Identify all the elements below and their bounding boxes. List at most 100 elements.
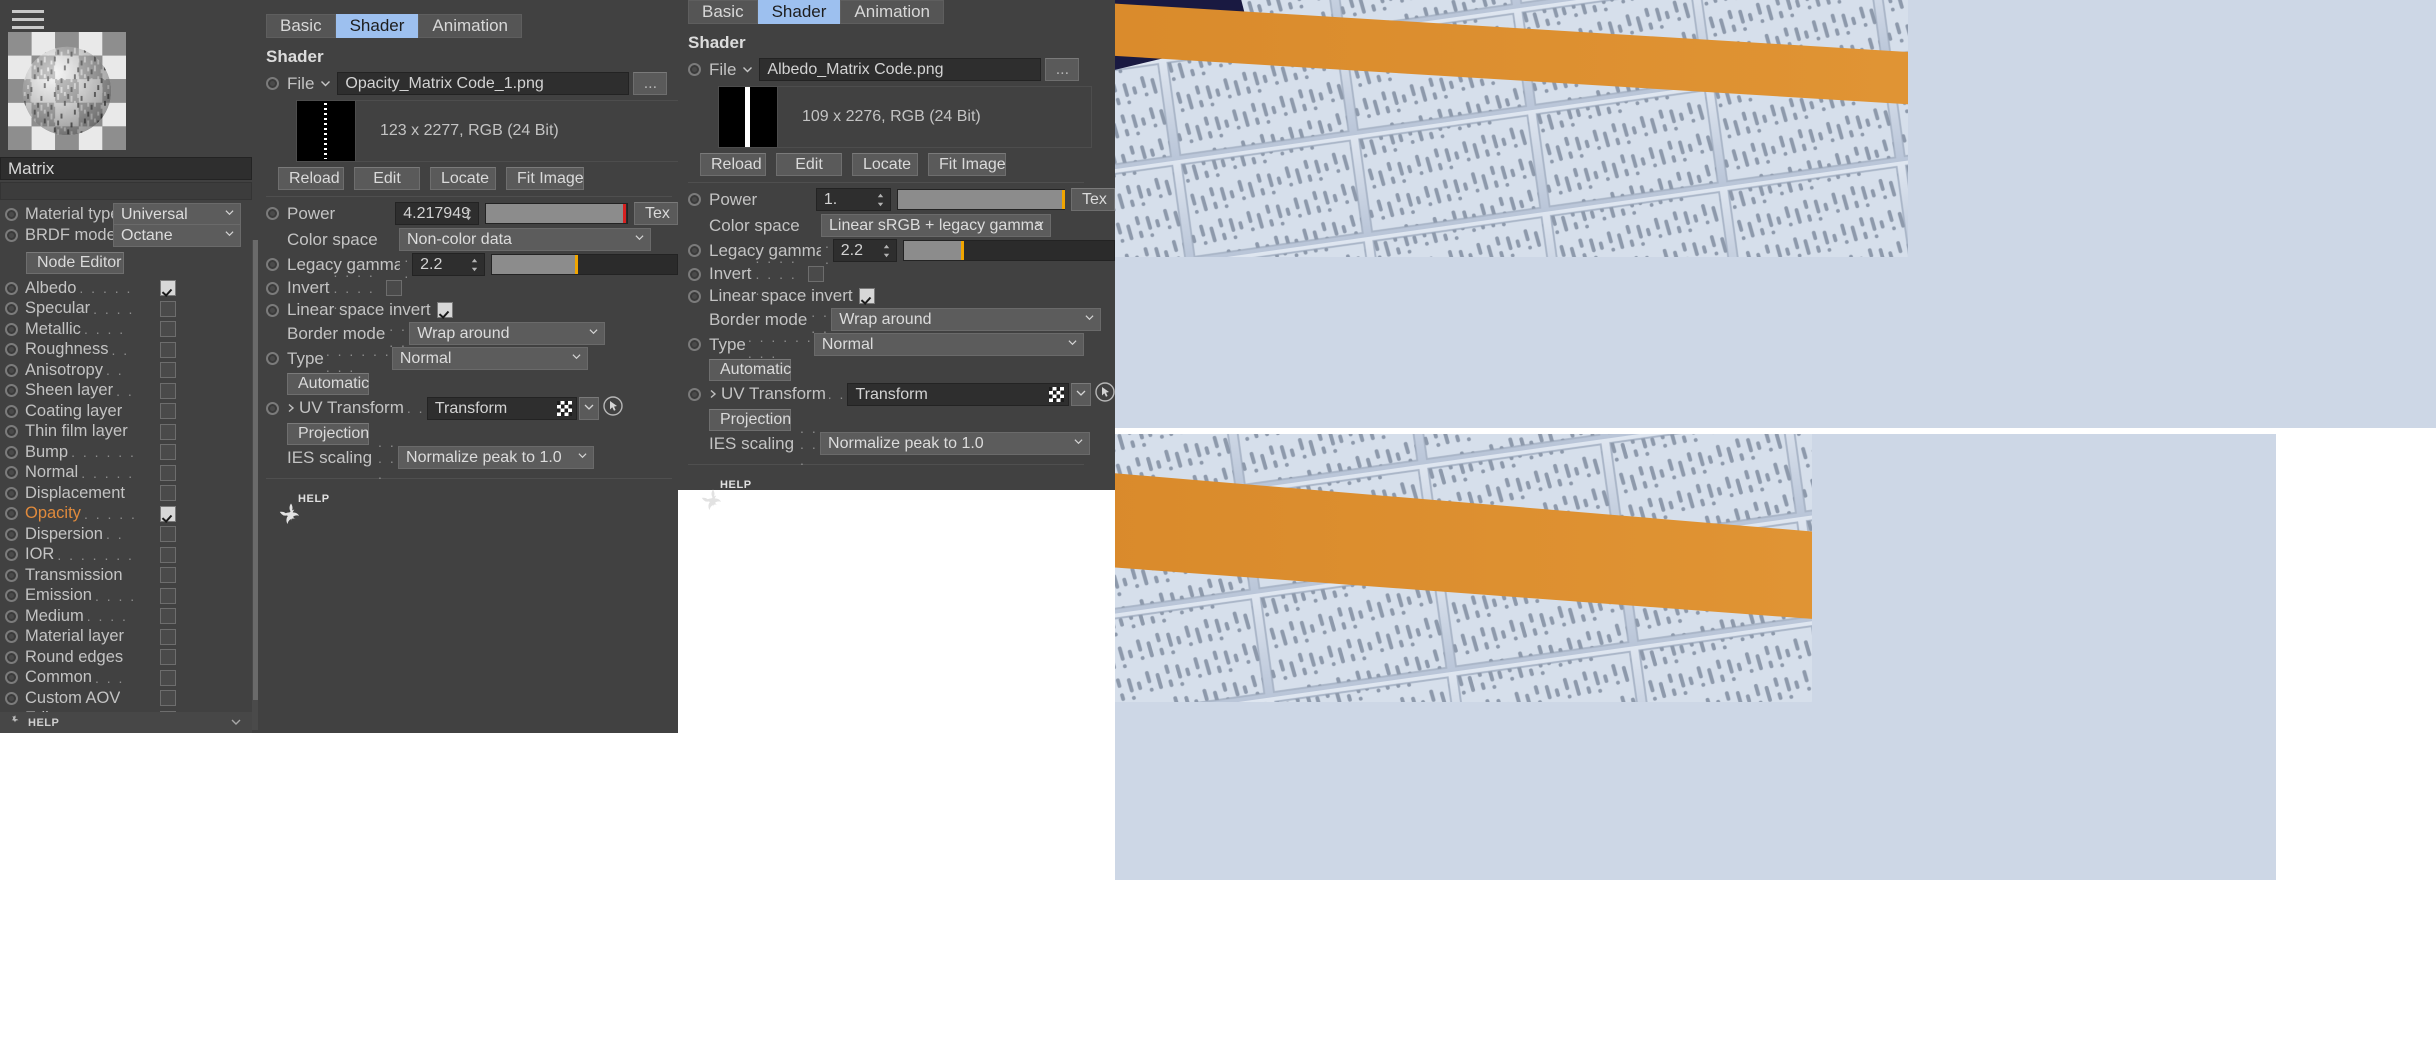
channel-row-specular[interactable]: Specular. . . . [0,299,252,320]
parameter-radio[interactable] [5,651,18,664]
texture-thumbnail[interactable] [297,101,355,161]
parameter-radio[interactable] [266,77,279,90]
parameter-radio[interactable] [5,671,18,684]
channel-checkbox[interactable] [160,465,176,481]
pick-cursor-icon[interactable] [603,396,623,421]
color-space-combo[interactable]: Non-color data [399,228,651,251]
parameter-radio[interactable] [266,402,279,415]
channel-row-ior[interactable]: IOR. . . . . . . [0,545,252,566]
power-tex-button[interactable]: Tex [634,202,678,225]
expand-arrow-icon[interactable] [708,384,718,404]
channel-row-anisotropy[interactable]: Anisotropy. . [0,360,252,381]
file-browse-button[interactable]: ... [1045,58,1079,81]
parameter-radio[interactable] [266,207,279,220]
channel-checkbox[interactable] [160,280,176,296]
uv-transform-dropdown[interactable] [579,397,599,420]
texture-thumbnail[interactable] [719,87,777,147]
parameter-radio[interactable] [5,405,18,418]
fit-image-button[interactable]: Fit Image [928,153,1006,176]
uv-transform-dropdown[interactable] [1071,383,1091,406]
parameter-radio[interactable] [5,692,18,705]
channel-row-displacement[interactable]: Displacement [0,483,252,504]
automatic-button[interactable]: Automatic [709,359,791,381]
material-name-input[interactable]: Matrix [0,157,252,180]
parameter-radio[interactable] [688,193,701,206]
locate-button[interactable]: Locate [430,167,496,190]
edit-button[interactable]: Edit [354,167,420,190]
legacy-gamma-slider[interactable] [903,240,1115,261]
parameter-radio[interactable] [5,487,18,500]
channel-checkbox[interactable] [160,444,176,460]
parameter-radio[interactable] [5,282,18,295]
power-input[interactable]: 1. [816,188,891,211]
tab-shader[interactable]: Shader [758,0,841,24]
parameter-radio[interactable] [266,282,279,295]
power-input[interactable]: 4.217949 [395,202,479,225]
ies-scaling-combo[interactable]: Normalize peak to 1.0 [398,446,594,469]
channel-row-normal[interactable]: Normal. . . . . [0,463,252,484]
checker-icon[interactable] [1049,387,1064,402]
channel-checkbox[interactable] [160,608,176,624]
parameter-radio[interactable] [5,384,18,397]
pick-cursor-icon[interactable] [1095,382,1115,407]
basic-row-combo[interactable]: Universal [113,203,241,226]
hamburger-icon[interactable] [12,10,44,30]
parameter-radio[interactable] [266,258,279,271]
border-mode-combo[interactable]: Wrap around [831,308,1101,331]
octane-help-block[interactable]: HELP [696,479,756,523]
channel-row-round-edges[interactable]: Round edges [0,647,252,668]
channel-checkbox[interactable] [160,547,176,563]
node-editor-button[interactable]: Node Editor [26,252,124,274]
material-secondary-input[interactable] [0,182,252,200]
material-preview-thumbnail[interactable] [8,32,126,150]
parameter-radio[interactable] [5,569,18,582]
invert-checkbox[interactable] [808,266,824,282]
projection-button[interactable]: Projection [709,409,791,431]
locate-button[interactable]: Locate [852,153,918,176]
parameter-radio[interactable] [5,364,18,377]
parameter-radio[interactable] [5,630,18,643]
parameter-radio[interactable] [688,338,701,351]
tab-basic[interactable]: Basic [266,14,336,38]
parameter-radio[interactable] [5,507,18,520]
chevron-down-icon[interactable] [320,74,331,94]
channel-checkbox[interactable] [160,383,176,399]
channel-checkbox[interactable] [160,526,176,542]
parameter-radio[interactable] [5,208,18,221]
parameter-radio[interactable] [5,466,18,479]
render-viewport-bottom[interactable] [1115,434,2276,880]
channel-checkbox[interactable] [160,362,176,378]
tab-animation[interactable]: Animation [418,14,522,38]
channel-checkbox[interactable] [160,649,176,665]
legacy-gamma-input[interactable]: 2.2 [833,239,897,262]
power-slider[interactable] [485,203,628,224]
parameter-radio[interactable] [688,388,701,401]
border-mode-combo[interactable]: Wrap around [409,322,605,345]
parameter-radio[interactable] [5,343,18,356]
channel-checkbox[interactable] [160,403,176,419]
parameter-radio[interactable] [5,446,18,459]
channel-checkbox[interactable] [160,301,176,317]
checker-icon[interactable] [557,401,572,416]
uv-transform-input[interactable]: Transform [847,383,1069,406]
fit-image-button[interactable]: Fit Image [506,167,584,190]
expand-arrow-icon[interactable] [286,398,296,418]
edit-button[interactable]: Edit [776,153,842,176]
parameter-radio[interactable] [5,425,18,438]
power-tex-button[interactable]: Tex [1071,188,1115,211]
chevron-down-icon[interactable] [230,713,242,733]
channel-row-custom-aov[interactable]: Custom AOV [0,688,252,709]
channel-checkbox[interactable] [160,588,176,604]
parameter-radio[interactable] [5,610,18,623]
channel-checkbox[interactable] [160,506,176,522]
reload-button[interactable]: Reload [278,167,344,190]
channel-row-medium[interactable]: Medium. . . . [0,606,252,627]
parameter-radio[interactable] [5,589,18,602]
channel-row-thin-film-layer[interactable]: Thin film layer [0,422,252,443]
channel-row-emission[interactable]: Emission. . . . [0,586,252,607]
file-path-input[interactable]: Opacity_Matrix Code_1.png [337,72,629,95]
tab-shader[interactable]: Shader [336,14,419,38]
parameter-radio[interactable] [5,548,18,561]
file-path-input[interactable]: Albedo_Matrix Code.png [759,58,1041,81]
channel-row-opacity[interactable]: Opacity. . . . . [0,504,252,525]
